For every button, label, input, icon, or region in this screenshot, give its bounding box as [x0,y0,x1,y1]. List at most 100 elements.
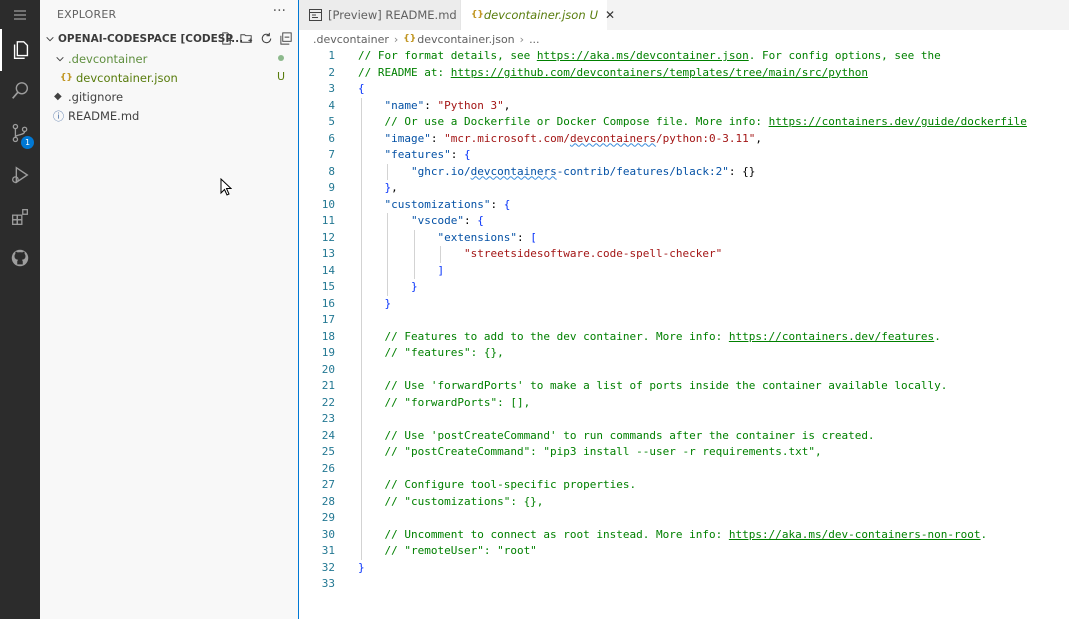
code-token: "extensions" [437,230,517,244]
code-line[interactable]: 6 "image": "mcr.microsoft.com/devcontain… [299,131,1069,148]
code-line[interactable]: 7 "features": { [299,147,1069,164]
code-text: { [358,81,365,98]
search-icon[interactable] [0,70,40,112]
github-icon[interactable] [0,237,40,279]
code-token: } [410,280,418,293]
line-number: 23 [321,412,335,425]
code-line[interactable]: 1 // For format details, see https://aka.… [299,48,1069,65]
line-number: 33 [321,577,335,590]
tree-item-label: .gitignore [68,89,124,104]
code-text: // "remoteUser": "root" [358,543,537,560]
tree-item-devcontainer-json[interactable]: {} devcontainer.json U [40,68,298,87]
code-line[interactable]: 9 }, [299,180,1069,197]
code-line[interactable]: 32} [299,560,1069,577]
menu-icon[interactable] [0,0,40,30]
code-token: [ [530,230,537,244]
breadcrumb-symbols[interactable]: ... [529,33,540,46]
code-token: , [391,181,398,194]
code-text: "streetsidesoftware.code-spell-checker" [358,246,722,263]
code-text: // Use 'forwardPorts' to make a list of … [358,378,947,395]
code-token: // Or use a Dockerfile or Docker Compose… [358,115,769,128]
line-number: 31 [321,544,335,557]
code-token: { [503,197,511,211]
code-line[interactable]: 3{ [299,81,1069,98]
tab-label: devcontainer.json [483,8,586,22]
code-token: // Configure tool-specific properties. [358,478,637,491]
code-line[interactable]: 4 "name": "Python 3", [299,98,1069,115]
code-token: "name" [384,98,425,112]
tree-item-devcontainer-folder[interactable]: .devcontainer [40,49,298,68]
code-token: , [503,98,511,112]
line-number: 14 [321,263,335,277]
line-number: 8 [328,164,335,178]
code-line[interactable]: 16 } [299,296,1069,313]
code-line[interactable]: 30 // Uncomment to connect as root inste… [299,527,1069,544]
code-line[interactable]: 10 "customizations": { [299,197,1069,214]
code-text: "extensions": [ [358,230,537,247]
code-line[interactable]: 27 // Configure tool-specific properties… [299,477,1069,494]
new-file-icon[interactable] [219,31,234,49]
explorer-icon[interactable] [0,29,40,71]
code-line[interactable]: 23 [299,411,1069,428]
code-line[interactable]: 21 // Use 'forwardPorts' to make a list … [299,378,1069,395]
code-line[interactable]: 26 [299,461,1069,478]
code-line[interactable]: 20 [299,362,1069,379]
indent-guide [361,97,362,560]
run-debug-icon[interactable] [0,154,40,196]
code-token: "streetsidesoftware.code-spell-checker" [463,247,723,260]
breadcrumb-file[interactable]: devcontainer.json [417,33,514,46]
code-line[interactable]: 22 // "forwardPorts": [], [299,395,1069,412]
code-line[interactable]: 18 // Features to add to the dev contain… [299,329,1069,346]
code-line[interactable]: 8 "ghcr.io/devcontainers-contrib/feature… [299,164,1069,181]
code-line[interactable]: 33 [299,576,1069,593]
git-modified-dot [278,55,284,61]
code-line[interactable]: 29 [299,510,1069,527]
code-token: /python:0-3.11" [656,131,756,145]
line-number: 19 [321,346,335,359]
line-number: 24 [321,428,335,442]
code-token: : [490,197,504,211]
tree-item-readme[interactable]: ⓘ README.md [40,106,298,125]
code-token: "image" [384,131,431,145]
code-line[interactable]: 31 // "remoteUser": "root" [299,543,1069,560]
close-icon[interactable]: ✕ [605,8,615,22]
tab-devcontainer-json[interactable]: {} devcontainer.json U ✕ [461,0,615,30]
explorer-title: EXPLORER [57,8,117,21]
code-line[interactable]: 15 } [299,279,1069,296]
line-number: 10 [321,197,335,211]
code-line[interactable]: 24 // Use 'postCreateCommand' to run com… [299,428,1069,445]
source-control-icon[interactable]: 1 [0,112,40,154]
tree-item-gitignore[interactable]: ◆ .gitignore [40,87,298,106]
code-line[interactable]: 25 // "postCreateCommand": "pip3 install… [299,444,1069,461]
extensions-icon[interactable] [0,196,40,238]
json-file-icon: {} [60,72,73,83]
code-line[interactable]: 5 // Or use a Dockerfile or Docker Compo… [299,114,1069,131]
tab-readme-preview[interactable]: [Preview] README.md [299,0,461,30]
code-editor[interactable]: 1 // For format details, see https://aka.… [299,48,1069,619]
code-token: // "remoteUser": "root" [358,544,537,557]
code-text: ] [358,263,444,280]
line-number: 4 [328,98,335,112]
source-control-badge: 1 [21,136,34,149]
json-file-icon: {} [471,10,484,20]
code-token: https://aka.ms/devcontainer.json [536,49,749,62]
code-token: https://containers.dev/features [728,329,935,343]
code-token: : [424,98,438,112]
code-line[interactable]: 19 // "features": {}, [299,345,1069,362]
collapse-all-icon[interactable] [279,31,294,49]
code-line[interactable]: 28 // "customizations": {}, [299,494,1069,511]
code-line[interactable]: 17 [299,312,1069,329]
breadcrumb-folder[interactable]: .devcontainer [313,33,389,46]
explorer-more-button[interactable]: ··· [273,3,286,19]
indent-guide [387,163,389,180]
refresh-icon[interactable] [259,31,274,49]
line-number: 3 [328,82,335,95]
code-text: // Use 'postCreateCommand' to run comman… [358,428,874,445]
gitignore-file-icon: ◆ [54,91,62,102]
code-line[interactable]: 2 // README at: https://github.com/devcon… [299,65,1069,82]
code-line[interactable]: 11 "vscode": { [299,213,1069,230]
workspace-folder-header[interactable]: OPENAI-CODESPACE [CODESP... [40,29,298,49]
new-folder-icon[interactable] [239,31,254,49]
